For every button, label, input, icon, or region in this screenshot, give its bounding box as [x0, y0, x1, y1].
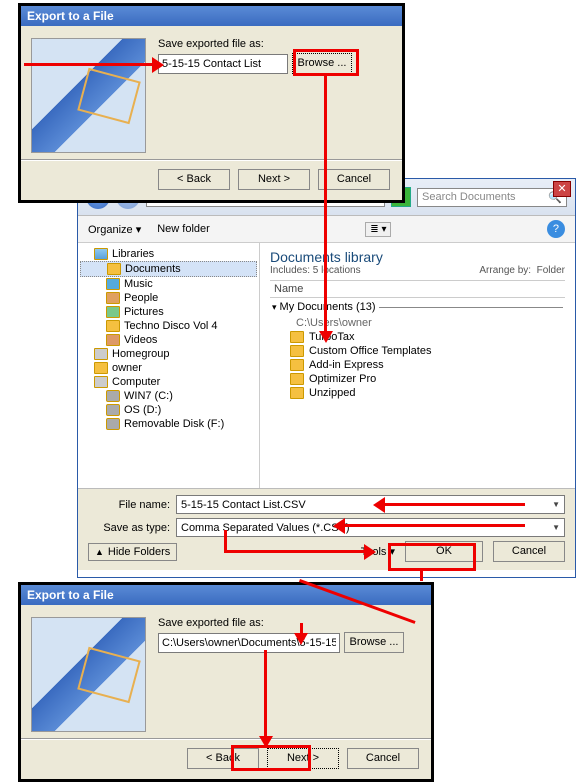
ok-button[interactable]: OK — [405, 541, 483, 562]
folder-icon — [290, 331, 304, 343]
filename-input[interactable]: 5-15-15 Contact List.CSV▼ — [176, 495, 565, 514]
cancel-button[interactable]: Cancel — [318, 169, 390, 190]
export-filename-input[interactable] — [158, 54, 288, 74]
folder-icon — [290, 373, 304, 385]
save-as-label: Save exported file as: — [158, 38, 392, 50]
user-icon — [94, 362, 108, 374]
list-item[interactable]: Add-in Express — [270, 358, 565, 372]
arrange-label: Arrange by: — [479, 265, 531, 276]
group-header[interactable]: ▾ My Documents (13) — [270, 298, 565, 316]
back-button[interactable]: < Back — [187, 748, 259, 769]
hide-folders-button[interactable]: ▲Hide Folders — [88, 543, 177, 561]
view-button[interactable]: ≣ ▾ — [365, 222, 391, 237]
tree-music[interactable]: Music — [80, 277, 257, 291]
tree-techno[interactable]: Techno Disco Vol 4 — [80, 319, 257, 333]
wizard-image — [31, 617, 146, 732]
close-icon[interactable]: ✕ — [553, 181, 571, 197]
disk-icon — [106, 390, 120, 402]
arrange-value[interactable]: Folder — [537, 265, 565, 276]
tree-computer[interactable]: Computer — [80, 375, 257, 389]
folder-icon — [290, 359, 304, 371]
includes-text: Includes: 5 locations — [270, 265, 361, 276]
browse-button[interactable]: Browse ... — [292, 53, 352, 74]
videos-icon — [106, 334, 120, 346]
search-input[interactable]: Search Documents 🔍 — [417, 188, 567, 207]
wizard-image — [31, 38, 146, 153]
next-button[interactable]: Next > — [238, 169, 310, 190]
help-icon[interactable]: ? — [547, 220, 565, 238]
tree-owner[interactable]: owner — [80, 361, 257, 375]
chevron-down-icon: ▾ — [272, 302, 277, 313]
folder-tree: Libraries Documents Music People Picture… — [78, 243, 260, 488]
organize-menu[interactable]: Organize ▾ — [88, 223, 141, 236]
folder-icon — [290, 387, 304, 399]
cancel-button[interactable]: Cancel — [347, 748, 419, 769]
dialog-title: Export to a File — [21, 6, 402, 26]
back-button[interactable]: < Back — [158, 169, 230, 190]
music-icon — [106, 278, 120, 290]
tree-libraries[interactable]: Libraries — [80, 247, 257, 261]
libraries-icon — [94, 248, 108, 260]
new-folder-button[interactable]: New folder — [157, 223, 210, 235]
tree-pictures[interactable]: Pictures — [80, 305, 257, 319]
export-filename-input[interactable] — [158, 633, 340, 653]
people-icon — [106, 292, 120, 304]
save-as-label: Save exported file as: — [158, 617, 421, 629]
tree-win7[interactable]: WIN7 (C:) — [80, 389, 257, 403]
chevron-up-icon: ▲ — [95, 547, 104, 557]
saveastype-label: Save as type: — [88, 522, 170, 534]
cancel-button[interactable]: Cancel — [493, 541, 565, 562]
group-path: C:\Users\owner — [270, 316, 565, 330]
column-name[interactable]: Name — [270, 280, 565, 298]
next-button[interactable]: Next > — [267, 748, 339, 769]
list-item[interactable]: Optimizer Pro — [270, 372, 565, 386]
pictures-icon — [106, 306, 120, 318]
list-item[interactable]: TurboTax — [270, 330, 565, 344]
documents-icon — [107, 263, 121, 275]
library-heading: Documents library — [270, 249, 565, 265]
disk-icon — [106, 418, 120, 430]
tree-removable[interactable]: Removable Disk (F:) — [80, 417, 257, 431]
browse-button[interactable]: Browse ... — [344, 632, 404, 653]
tree-homegroup[interactable]: Homegroup — [80, 347, 257, 361]
tree-people[interactable]: People — [80, 291, 257, 305]
tools-menu[interactable]: Tools ▾ — [361, 545, 395, 558]
saveastype-input[interactable]: Comma Separated Values (*.CSV)▼ — [176, 518, 565, 537]
folder-icon — [290, 345, 304, 357]
list-item[interactable]: Custom Office Templates — [270, 344, 565, 358]
filename-label: File name: — [88, 499, 170, 511]
search-placeholder: Search Documents — [422, 191, 516, 203]
tree-documents[interactable]: Documents — [80, 261, 257, 277]
folder-icon — [106, 320, 120, 332]
homegroup-icon — [94, 348, 108, 360]
tree-videos[interactable]: Videos — [80, 333, 257, 347]
disk-icon — [106, 404, 120, 416]
dialog-title: Export to a File — [21, 585, 431, 605]
computer-icon — [94, 376, 108, 388]
tree-osd[interactable]: OS (D:) — [80, 403, 257, 417]
list-item[interactable]: Unzipped — [270, 386, 565, 400]
